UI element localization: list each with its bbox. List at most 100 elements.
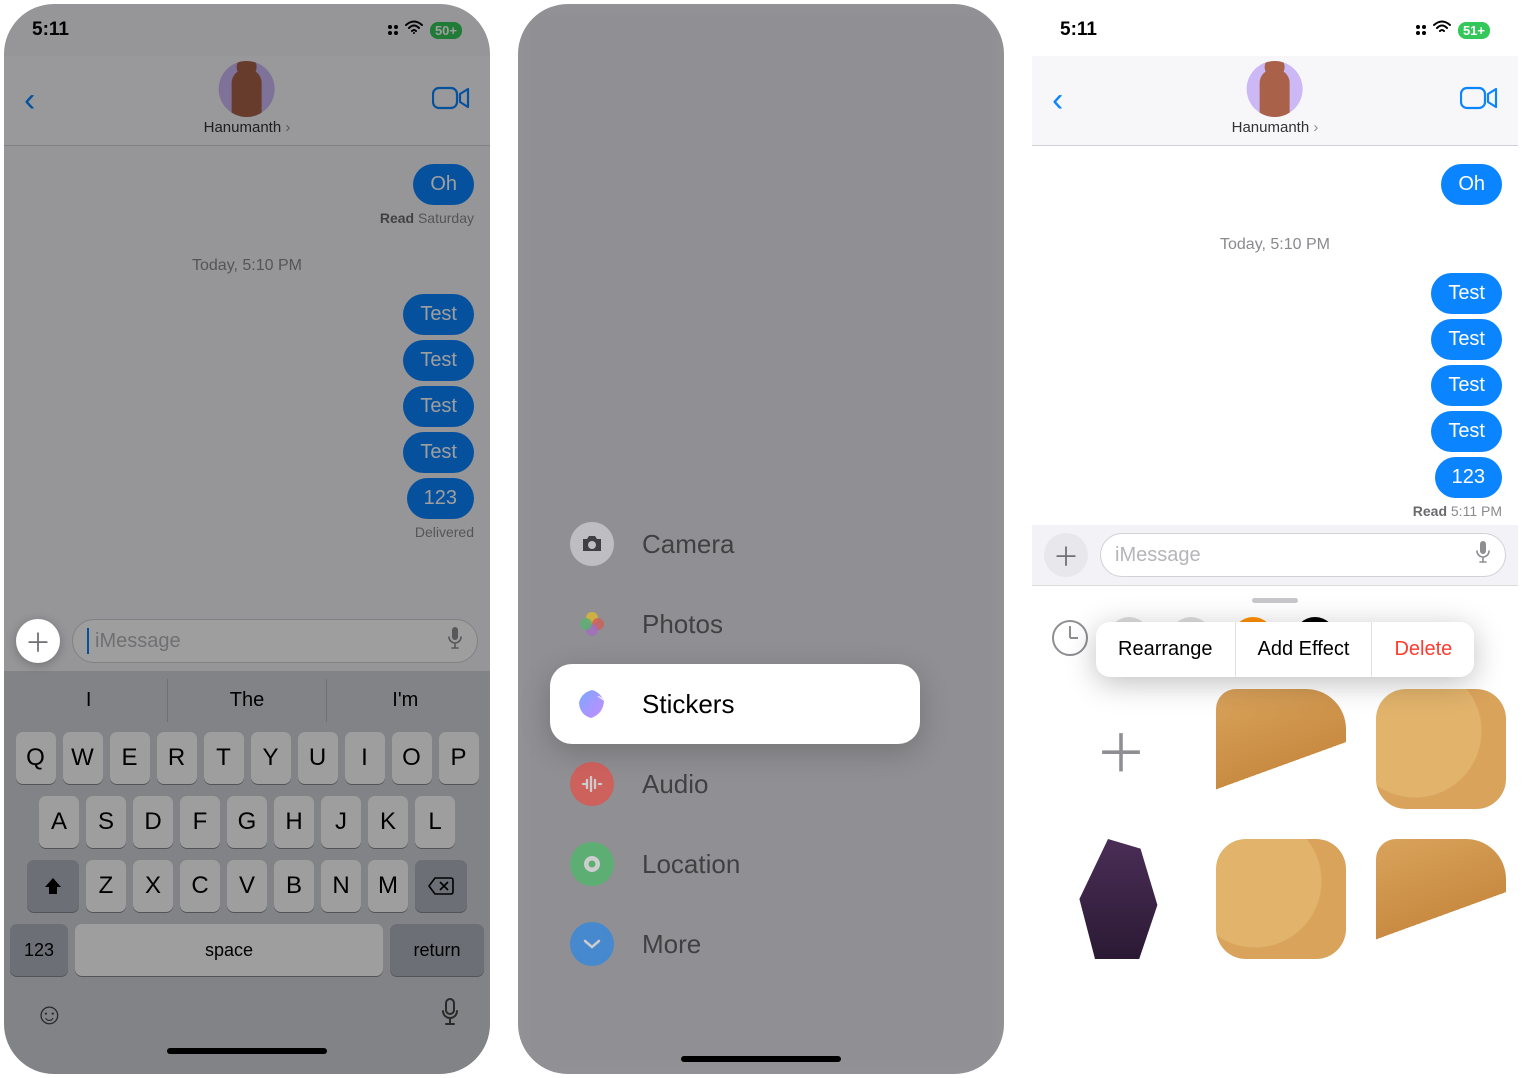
key-y[interactable]: Y (251, 732, 291, 784)
sugg[interactable]: I'm (326, 679, 484, 722)
key-n[interactable]: N (321, 860, 361, 912)
recents-tab[interactable] (1052, 620, 1088, 656)
message-bubble[interactable]: Test (1431, 273, 1502, 314)
menu-delete[interactable]: Delete (1371, 622, 1474, 677)
numbers-key[interactable]: 123 (10, 924, 68, 976)
key-o[interactable]: O (392, 732, 432, 784)
dictation-key[interactable] (440, 998, 460, 1034)
message-bubble[interactable]: Test (403, 432, 474, 473)
sticker-context-menu: Rearrange Add Effect Delete (1096, 622, 1474, 677)
message-bubble[interactable]: Oh (413, 164, 474, 205)
menu-audio[interactable]: Audio (550, 744, 920, 824)
home-indicator[interactable] (681, 1056, 841, 1062)
keyboard[interactable]: I The I'm QWERTYUIOP ASDFGHJKL ZXCVBNM 1… (4, 671, 490, 1074)
location-icon (570, 842, 614, 886)
key-q[interactable]: Q (16, 732, 56, 784)
menu-more[interactable]: More (550, 904, 920, 984)
message-bubble[interactable]: Test (403, 340, 474, 381)
key-u[interactable]: U (298, 732, 338, 784)
back-button[interactable]: ‹ (24, 81, 35, 120)
key-h[interactable]: H (274, 796, 314, 848)
sticker-item[interactable] (1376, 839, 1506, 959)
sticker-item[interactable] (1216, 689, 1346, 809)
key-t[interactable]: T (204, 732, 244, 784)
message-bubble[interactable]: 123 (1435, 457, 1502, 498)
message-bubble[interactable]: Test (403, 294, 474, 335)
compose-bar: ＋ iMessage (1032, 525, 1518, 585)
drawer-grabber[interactable] (1252, 598, 1298, 603)
space-key[interactable]: space (75, 924, 383, 976)
sticker-item[interactable] (1376, 689, 1506, 809)
dictation-icon[interactable] (447, 626, 463, 656)
key-g[interactable]: G (227, 796, 267, 848)
message-bubble[interactable]: Test (1431, 411, 1502, 452)
shift-key[interactable] (27, 860, 79, 912)
facetime-button[interactable] (432, 85, 470, 116)
key-z[interactable]: Z (86, 860, 126, 912)
more-icon (570, 922, 614, 966)
message-bubble[interactable]: 123 (407, 478, 474, 519)
back-button[interactable]: ‹ (1052, 81, 1063, 120)
facetime-button[interactable] (1460, 85, 1498, 116)
dictation-icon[interactable] (1475, 540, 1491, 570)
menu-rearrange[interactable]: Rearrange (1096, 622, 1235, 677)
key-a[interactable]: A (39, 796, 79, 848)
message-input[interactable]: iMessage (72, 619, 478, 663)
key-j[interactable]: J (321, 796, 361, 848)
clock-time: 5:11 (32, 19, 69, 41)
focus-icon (1416, 25, 1426, 35)
stickers-icon (570, 682, 614, 726)
menu-camera[interactable]: Camera (550, 504, 920, 584)
status-bar: 5:11 50+ (4, 4, 490, 56)
avatar (219, 61, 275, 117)
contact-chip[interactable]: Hanumanth (1232, 61, 1319, 136)
sticker-drawer[interactable]: Rearrange Add Effect Delete ＋ (1032, 585, 1518, 977)
wifi-icon (404, 19, 424, 41)
plus-button[interactable]: ＋ (1044, 533, 1088, 577)
plus-button[interactable]: ＋ (16, 619, 60, 663)
sticker-item[interactable] (1056, 839, 1186, 959)
key-f[interactable]: F (180, 796, 220, 848)
avatar (1247, 61, 1303, 117)
key-r[interactable]: R (157, 732, 197, 784)
sugg[interactable]: The (167, 679, 325, 722)
key-e[interactable]: E (110, 732, 150, 784)
sugg[interactable]: I (10, 679, 167, 722)
message-input[interactable]: iMessage (1100, 533, 1506, 577)
message-bubble[interactable]: Test (403, 386, 474, 427)
key-l[interactable]: L (415, 796, 455, 848)
return-key[interactable]: return (390, 924, 484, 976)
message-bubble[interactable]: Test (1431, 365, 1502, 406)
key-c[interactable]: C (180, 860, 220, 912)
screenshot-2: Camera Photos Stickers Audio Location (518, 4, 1004, 1074)
contact-chip[interactable]: Hanumanth (204, 61, 291, 136)
home-indicator[interactable] (167, 1048, 327, 1054)
menu-add-effect[interactable]: Add Effect (1235, 622, 1372, 677)
key-x[interactable]: X (133, 860, 173, 912)
key-i[interactable]: I (345, 732, 385, 784)
key-b[interactable]: B (274, 860, 314, 912)
message-bubble[interactable]: Oh (1441, 164, 1502, 205)
key-w[interactable]: W (63, 732, 103, 784)
sticker-item[interactable] (1216, 839, 1346, 959)
key-s[interactable]: S (86, 796, 126, 848)
key-v[interactable]: V (227, 860, 267, 912)
emoji-key[interactable]: ☺ (34, 998, 65, 1034)
key-k[interactable]: K (368, 796, 408, 848)
message-list[interactable]: Oh Read Saturday Today, 5:10 PM Test Tes… (4, 146, 490, 611)
menu-location[interactable]: Location (550, 824, 920, 904)
read-receipt: Read 5:11 PM (1413, 503, 1502, 519)
key-m[interactable]: M (368, 860, 408, 912)
message-bubble[interactable]: Test (1431, 319, 1502, 360)
backspace-key[interactable] (415, 860, 467, 912)
message-list[interactable]: Oh Today, 5:10 PM Test Test Test Test 12… (1032, 146, 1518, 525)
key-p[interactable]: P (439, 732, 479, 784)
audio-icon (570, 762, 614, 806)
add-sticker-button[interactable]: ＋ (1056, 689, 1186, 809)
contact-name: Hanumanth (204, 119, 291, 136)
menu-stickers[interactable]: Stickers (550, 664, 920, 744)
key-d[interactable]: D (133, 796, 173, 848)
read-receipt: Read Saturday (380, 210, 474, 226)
battery-icon: 50+ (430, 22, 462, 39)
menu-photos[interactable]: Photos (550, 584, 920, 664)
